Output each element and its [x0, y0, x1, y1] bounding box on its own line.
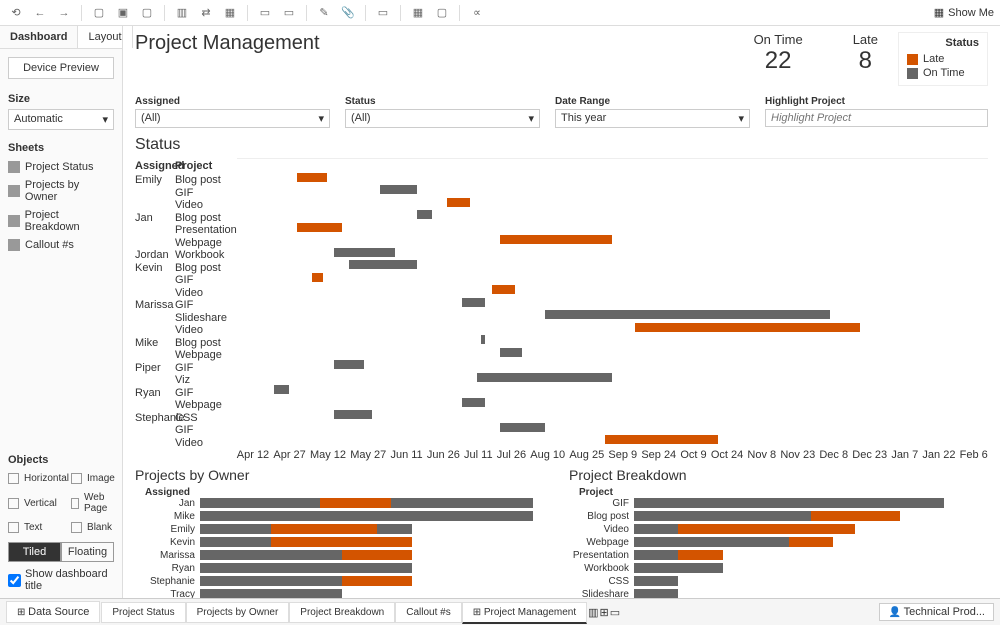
sheet-tab[interactable]: Callout #s: [395, 602, 461, 623]
assigned-filter-label: Assigned: [135, 96, 330, 107]
assigned-filter[interactable]: (All)▾: [135, 109, 330, 128]
forward-icon[interactable]: →: [54, 3, 74, 23]
sheet-tab[interactable]: Project Status: [101, 602, 185, 623]
daterange-filter[interactable]: This year▾: [555, 109, 750, 128]
technical-prod-button[interactable]: 👤 Technical Prod...: [879, 603, 994, 621]
status-section-title: Status: [135, 136, 988, 154]
sheet-tab[interactable]: ⊞ Project Management: [462, 602, 587, 624]
present-icon[interactable]: ▢: [432, 3, 452, 23]
ontime-label: On Time: [754, 32, 803, 47]
pin-icon[interactable]: 📎: [338, 3, 358, 23]
bottom-tab-bar: ⊞ Data Source Project StatusProjects by …: [0, 598, 1000, 625]
swap-icon[interactable]: ⇄: [196, 3, 216, 23]
dashboard-canvas: Project Management On Time 22 Late 8 Sta…: [123, 26, 1000, 598]
showme-button[interactable]: ▦ Show Me: [934, 6, 994, 19]
daterange-filter-label: Date Range: [555, 96, 750, 107]
object-item[interactable]: Web Page: [71, 489, 115, 517]
sort-icon[interactable]: ▦: [220, 3, 240, 23]
highlight-input[interactable]: [765, 109, 988, 127]
undo-icon[interactable]: ⟲: [6, 3, 26, 23]
status-filter[interactable]: (All)▾: [345, 109, 540, 128]
back-icon[interactable]: ←: [30, 3, 50, 23]
object-icon: [71, 498, 79, 509]
gantt-chart[interactable]: AssignedProject EmilyBlog postGIFVideoJa…: [135, 158, 988, 461]
late-label: Late: [853, 32, 878, 47]
projects-by-owner-chart[interactable]: Projects by Owner Assigned JanMikeEmilyK…: [135, 467, 554, 599]
status-legend: Status Late On Time: [898, 32, 988, 86]
sheet-tab[interactable]: Projects by Owner: [186, 602, 290, 623]
sheet-icon: [8, 239, 20, 251]
tab-dashboard[interactable]: Dashboard: [0, 26, 78, 48]
worksheet-icon[interactable]: ▥: [172, 3, 192, 23]
new-story-icon[interactable]: ▭: [610, 606, 620, 619]
new-worksheet-icon[interactable]: ▥: [588, 606, 598, 619]
object-icon: [8, 473, 19, 484]
fit-icon[interactable]: ▭: [373, 3, 393, 23]
sheet-item[interactable]: Callout #s: [8, 236, 114, 254]
cards-icon[interactable]: ▦: [408, 3, 428, 23]
sheets-label: Sheets: [8, 142, 114, 154]
size-label: Size: [8, 93, 114, 105]
sheet-icon: [8, 161, 20, 173]
device-preview-button[interactable]: Device Preview: [8, 57, 114, 79]
sheet-item[interactable]: Project Status: [8, 158, 114, 176]
highlight-icon[interactable]: ✎: [314, 3, 334, 23]
object-icon: [71, 522, 82, 533]
sheet-icon: [8, 215, 20, 227]
page-title: Project Management: [135, 32, 320, 55]
sheet-icon: [8, 185, 20, 197]
ontime-value: 22: [754, 47, 803, 75]
object-icon: [71, 473, 82, 484]
floating-button[interactable]: Floating: [61, 542, 114, 562]
object-item[interactable]: Vertical: [8, 489, 69, 517]
sidebar: Dashboard Layout Device Preview Size Aut…: [0, 26, 123, 598]
sheet-item[interactable]: Projects by Owner: [8, 176, 114, 206]
show-title-checkbox[interactable]: Show dashboard title: [8, 568, 114, 592]
data-source-tab[interactable]: ⊞ Data Source: [6, 601, 100, 623]
size-select[interactable]: Automatic▾: [8, 109, 114, 130]
object-item[interactable]: Image: [71, 470, 115, 487]
late-value: 8: [853, 47, 878, 75]
project-breakdown-chart[interactable]: Project Breakdown Project GIFBlog postVi…: [569, 467, 988, 599]
new-dashboard-icon[interactable]: ⊞: [600, 606, 609, 619]
sheet-tab[interactable]: Project Breakdown: [289, 602, 395, 623]
refresh-icon[interactable]: ▢: [137, 3, 157, 23]
status-filter-label: Status: [345, 96, 540, 107]
new-data-icon[interactable]: ▣: [113, 3, 133, 23]
toolbar: ⟲ ← → ▢ ▣ ▢ ▥ ⇄ ▦ ▭ ▭ ✎ 📎 ▭ ▦ ▢ ∝ ▦ Show…: [0, 0, 1000, 26]
object-item[interactable]: Blank: [71, 519, 115, 536]
sheet-item[interactable]: Project Breakdown: [8, 206, 114, 236]
share-icon[interactable]: ∝: [467, 3, 487, 23]
object-item[interactable]: Horizontal: [8, 470, 69, 487]
save-icon[interactable]: ▢: [89, 3, 109, 23]
totals-icon[interactable]: ▭: [279, 3, 299, 23]
chevron-down-icon: ▾: [102, 113, 108, 126]
group-icon[interactable]: ▭: [255, 3, 275, 23]
highlight-label: Highlight Project: [765, 96, 988, 107]
objects-label: Objects: [8, 454, 114, 466]
object-icon: [8, 522, 19, 533]
tiled-button[interactable]: Tiled: [8, 542, 61, 562]
object-icon: [8, 498, 19, 509]
object-item[interactable]: Text: [8, 519, 69, 536]
